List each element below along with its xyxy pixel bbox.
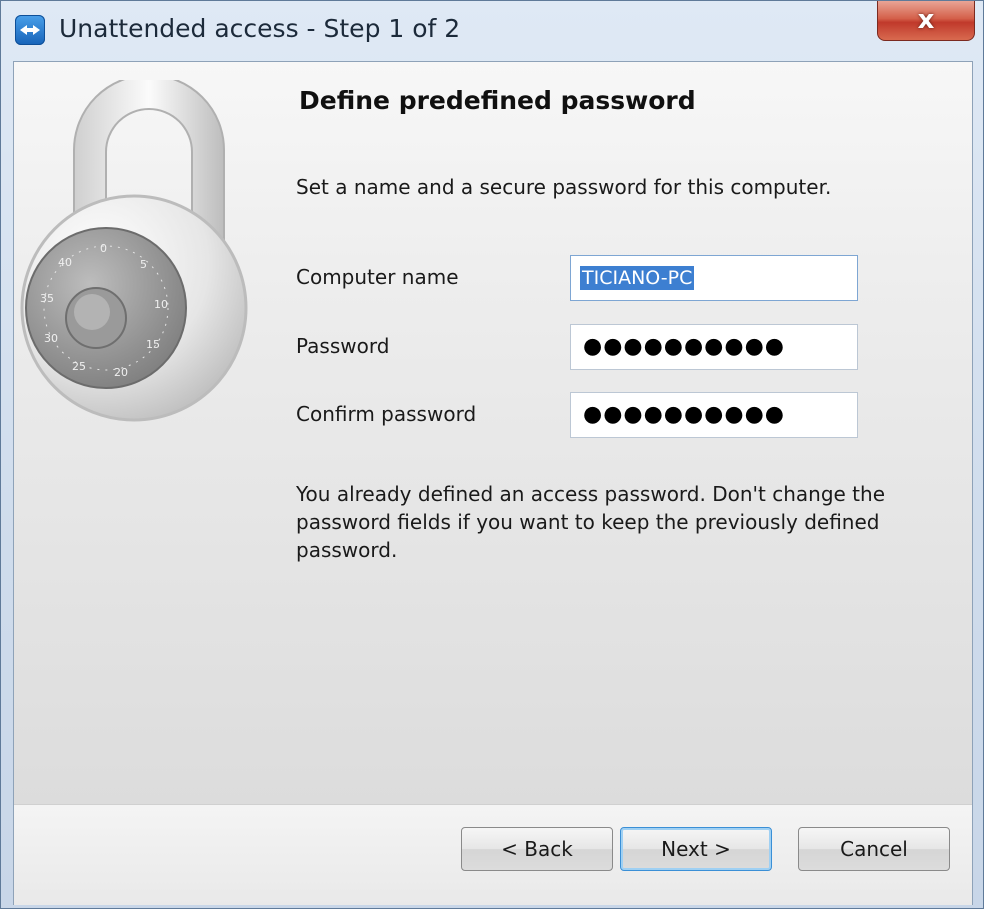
svg-text:5: 5 [140,258,147,271]
page-description: Set a name and a secure password for thi… [296,175,832,199]
svg-text:20: 20 [114,366,128,379]
confirm-password-field[interactable]: ●●●●●●●●●● [570,392,858,438]
computer-name-field[interactable]: TICIANO-PC [570,255,858,301]
password-value: ●●●●●●●●●● [583,334,785,359]
padlock-icon: 0 5 10 15 20 25 30 35 40 [14,74,274,434]
confirm-password-label: Confirm password [296,402,477,426]
window-title: Unattended access - Step 1 of 2 [59,14,461,43]
button-bar: < Back Next > Cancel [14,804,972,905]
svg-text:15: 15 [146,338,160,351]
info-note: You already defined an access password. … [296,482,886,562]
svg-text:25: 25 [72,360,86,373]
back-button[interactable]: < Back [461,827,613,871]
next-button[interactable]: Next > [620,827,772,871]
close-button[interactable]: x [877,1,975,41]
svg-text:10: 10 [154,298,168,311]
dialog-content: 0 5 10 15 20 25 30 35 40 Define predefin… [13,61,973,905]
password-label: Password [296,334,390,358]
svg-text:35: 35 [40,292,54,305]
computer-name-value: TICIANO-PC [580,266,695,290]
teamviewer-app-icon [15,15,45,45]
computer-name-label: Computer name [296,265,459,289]
title-bar[interactable]: Unattended access - Step 1 of 2 x [1,1,983,61]
svg-text:0: 0 [100,242,107,255]
dialog-window: Unattended access - Step 1 of 2 x 0 5 10… [0,0,984,909]
password-field[interactable]: ●●●●●●●●●● [570,324,858,370]
page-heading: Define predefined password [299,86,696,115]
svg-text:40: 40 [58,256,72,269]
svg-text:30: 30 [44,332,58,345]
cancel-button[interactable]: Cancel [798,827,950,871]
confirm-password-value: ●●●●●●●●●● [583,402,785,427]
close-icon: x [917,5,935,35]
